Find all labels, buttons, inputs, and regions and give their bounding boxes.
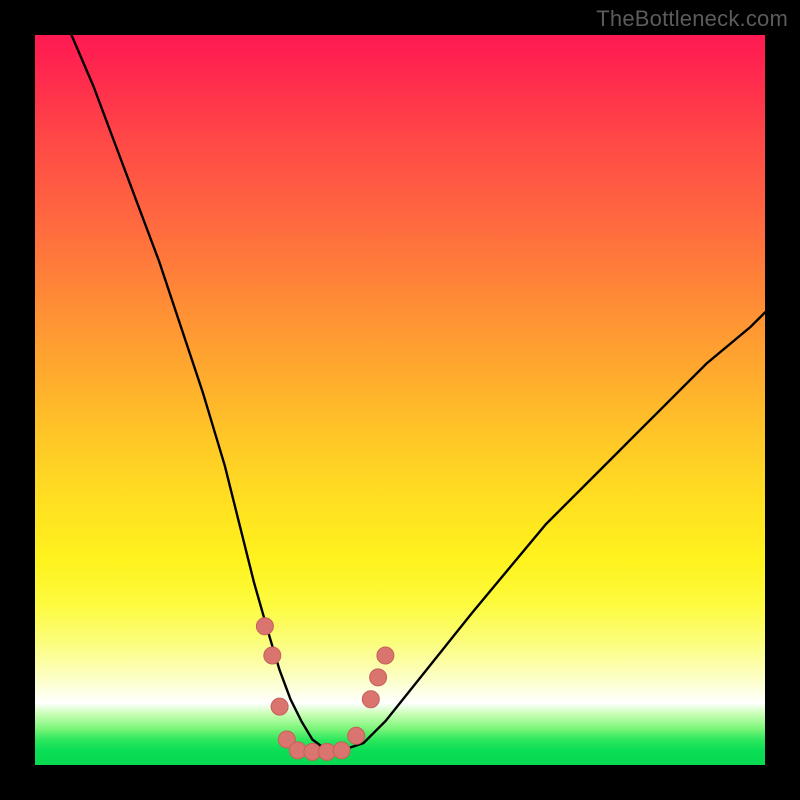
bottleneck-curve — [35, 35, 765, 765]
marker-dot — [348, 727, 365, 744]
watermark-text: TheBottleneck.com — [596, 6, 788, 32]
marker-dot — [264, 647, 281, 664]
marker-dot — [370, 669, 387, 686]
marker-dot — [362, 691, 379, 708]
curve-markers — [256, 618, 394, 761]
marker-dot — [271, 698, 288, 715]
plot-area — [35, 35, 765, 765]
marker-dot — [377, 647, 394, 664]
outer-frame: TheBottleneck.com — [0, 0, 800, 800]
marker-dot — [256, 618, 273, 635]
curve-path — [72, 35, 766, 750]
marker-dot — [333, 742, 350, 759]
